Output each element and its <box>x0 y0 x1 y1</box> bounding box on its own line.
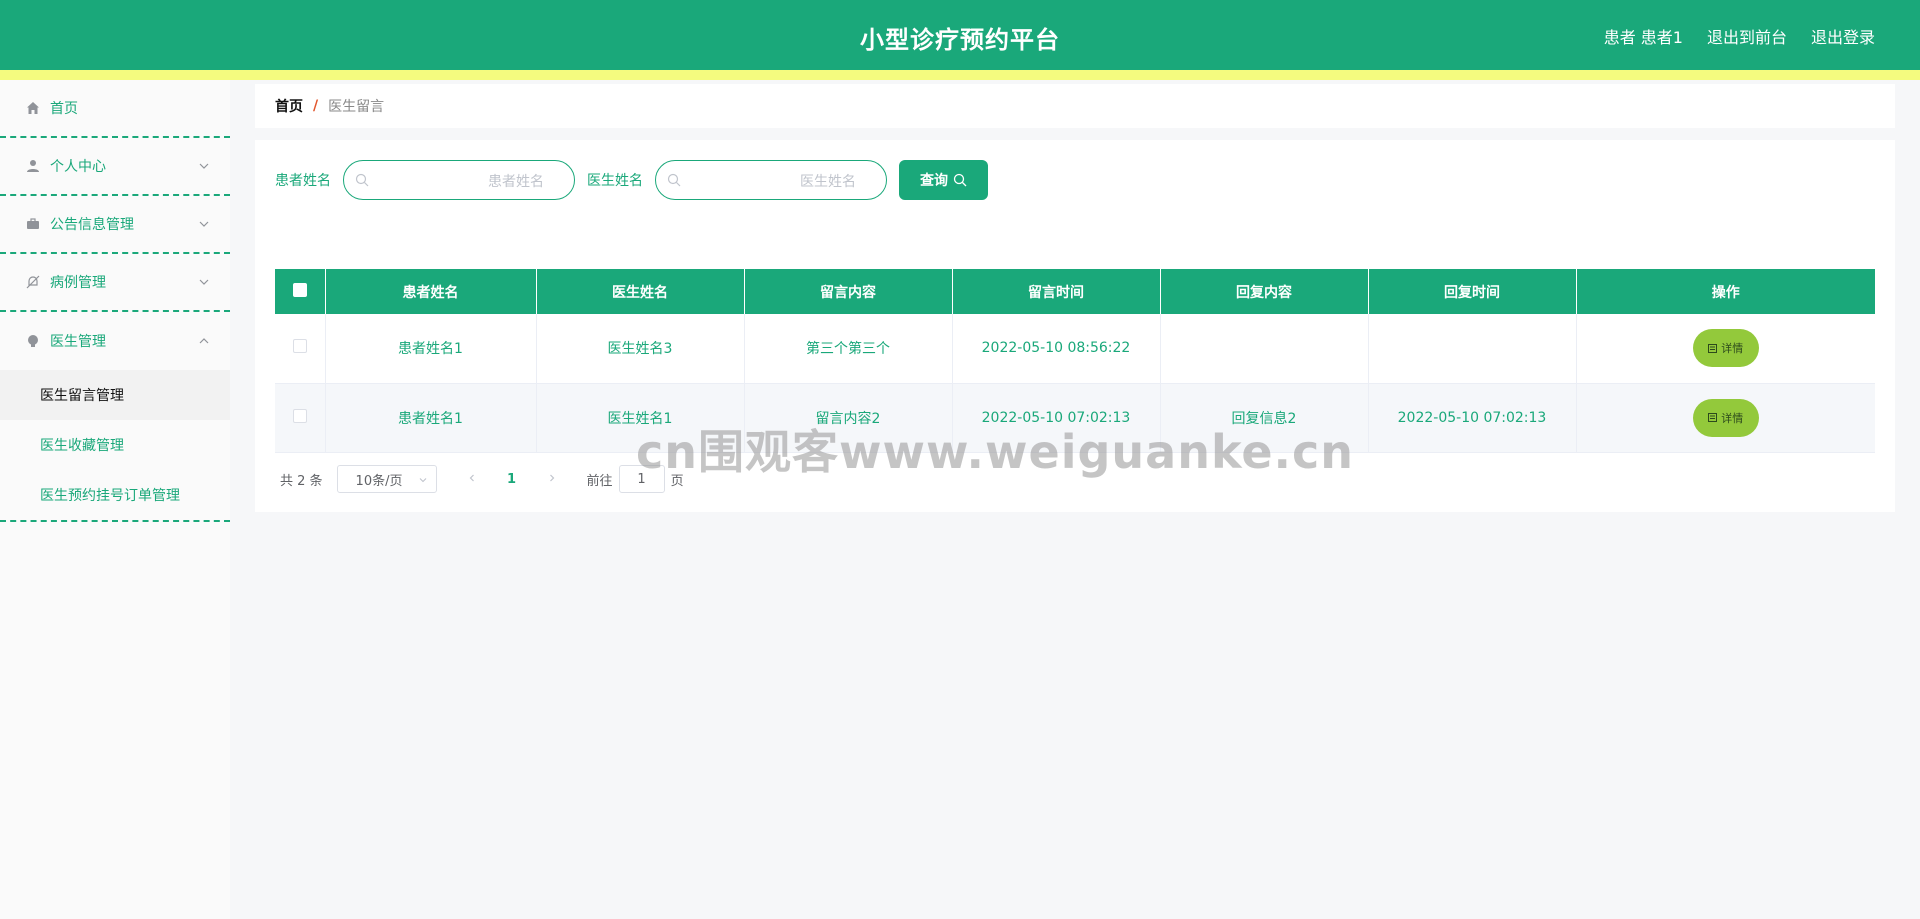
detail-button-label: 详情 <box>1721 411 1744 425</box>
query-button-label: 查询 <box>920 173 948 189</box>
chevron-down-icon <box>199 279 209 285</box>
patient-name-input[interactable]: 患者姓名 <box>343 160 575 200</box>
detail-button-label: 详情 <box>1721 342 1744 356</box>
messages-table: 患者姓名 医生姓名 留言内容 留言时间 回复内容 回复时间 操作 患者姓名1 医… <box>275 269 1875 453</box>
search-icon <box>355 173 369 187</box>
cell-time: 2022-05-10 07:02:13 <box>952 383 1161 453</box>
detail-button[interactable]: 详情 <box>1692 398 1759 437</box>
sidebar-item-label: 个人中心 <box>50 159 106 175</box>
top-links: 患者 患者1 退出到前台 退出登录 <box>1604 24 1875 48</box>
sidebar-subitem-doctor-appointments[interactable]: 医生预约挂号订单管理 <box>0 470 230 520</box>
doctor-management-submenu: 医生留言管理 医生收藏管理 医生预约挂号订单管理 <box>0 370 230 522</box>
sidebar: 首页 个人中心 公告信息管理 病例管理 医生管理 医生留言管理 医生收藏管理 医… <box>0 80 230 919</box>
cell-reply <box>1160 314 1369 384</box>
sidebar-item-label: 病例管理 <box>50 275 106 291</box>
sidebar-item-label: 公告信息管理 <box>50 217 134 233</box>
search-bar: 患者姓名 患者姓名 医生姓名 医生姓名 查询 <box>275 160 988 200</box>
sidebar-item-home[interactable]: 首页 <box>0 80 230 138</box>
column-header: 留言内容 <box>744 269 953 314</box>
logout-link[interactable]: 退出登录 <box>1811 24 1875 48</box>
prev-page-button[interactable] <box>457 472 487 487</box>
chevron-left-icon <box>469 474 474 481</box>
sidebar-item-label: 医生管理 <box>50 334 106 350</box>
chevron-up-icon <box>199 338 209 344</box>
doctor-name-label: 医生姓名 <box>587 173 643 189</box>
sidebar-subitem-doctor-favorites[interactable]: 医生收藏管理 <box>0 420 230 470</box>
row-checkbox-cell[interactable] <box>275 383 326 453</box>
pagination-total: 共 2 条 <box>280 473 323 489</box>
cell-content: 第三个第三个 <box>744 314 953 384</box>
cell-reply-time: 2022-05-10 07:02:13 <box>1368 383 1577 453</box>
document-icon <box>1708 343 1718 353</box>
patient-name-label: 患者姓名 <box>275 173 331 189</box>
page-size-value: 10条/页 <box>355 473 403 489</box>
select-all-checkbox-cell[interactable] <box>275 269 326 314</box>
search-icon <box>667 173 681 187</box>
cell-content: 留言内容2 <box>744 383 953 453</box>
cell-patient: 患者姓名1 <box>325 383 537 453</box>
goto-page-input[interactable]: 1 <box>618 465 665 493</box>
column-header: 患者姓名 <box>325 269 537 314</box>
sidebar-item-announcement[interactable]: 公告信息管理 <box>0 196 230 254</box>
sidebar-item-cases[interactable]: 病例管理 <box>0 254 230 312</box>
document-icon <box>1708 413 1718 422</box>
bell-off-icon <box>25 274 41 290</box>
table-row: 患者姓名1 医生姓名3 第三个第三个 2022-05-10 08:56:22 详… <box>275 314 1875 384</box>
cell-reply: 回复信息2 <box>1160 383 1369 453</box>
cell-patient: 患者姓名1 <box>325 314 537 384</box>
breadcrumb-home[interactable]: 首页 <box>275 96 303 116</box>
main-panel: 患者姓名 患者姓名 医生姓名 医生姓名 查询 患者姓名 医生姓名 留言内容 留言… <box>255 140 1895 512</box>
row-checkbox-cell[interactable] <box>275 314 326 384</box>
back-to-front-link[interactable]: 退出到前台 <box>1707 24 1787 48</box>
chevron-right-icon <box>549 474 554 481</box>
table-row: 患者姓名1 医生姓名1 留言内容2 2022-05-10 07:02:13 回复… <box>275 383 1875 453</box>
page-suffix: 页 <box>670 473 684 489</box>
bulb-icon <box>25 333 41 349</box>
search-icon <box>953 173 967 187</box>
page-size-select[interactable]: 10条/页 <box>336 465 437 493</box>
page-number[interactable]: 1 <box>497 472 527 487</box>
breadcrumb: 首页 / 医生留言 <box>255 84 1895 128</box>
detail-button[interactable]: 详情 <box>1692 329 1759 368</box>
column-header: 留言时间 <box>952 269 1161 314</box>
cell-time: 2022-05-10 08:56:22 <box>952 314 1161 384</box>
column-header: 回复时间 <box>1368 269 1577 314</box>
query-button[interactable]: 查询 <box>899 160 988 200</box>
goto-label: 前往 <box>586 473 613 489</box>
header-accent-stripe <box>0 70 1920 80</box>
chevron-down-icon <box>199 163 209 169</box>
top-bar: 小型诊疗预约平台 患者 患者1 退出到前台 退出登录 <box>0 0 1920 70</box>
patient-name-placeholder: 患者姓名 <box>488 174 544 190</box>
next-page-button[interactable] <box>537 472 567 487</box>
chevron-down-icon <box>419 478 426 483</box>
cell-reply-time <box>1368 314 1577 384</box>
breadcrumb-separator: / <box>313 98 319 114</box>
row-checkbox[interactable] <box>292 408 307 423</box>
cell-actions: 详情 <box>1576 383 1875 453</box>
chevron-down-icon <box>199 221 209 227</box>
home-icon <box>25 100 41 116</box>
user-icon <box>25 158 41 174</box>
sidebar-item-label: 首页 <box>50 101 78 117</box>
column-header: 操作 <box>1576 269 1875 314</box>
pagination: 共 2 条 10条/页 1 前往 1 页 <box>280 465 684 493</box>
sidebar-item-doctor-management[interactable]: 医生管理 <box>0 312 230 370</box>
sidebar-subitem-doctor-messages[interactable]: 医生留言管理 <box>0 370 230 420</box>
column-header: 回复内容 <box>1160 269 1369 314</box>
sidebar-item-personal-center[interactable]: 个人中心 <box>0 138 230 196</box>
cell-doctor: 医生姓名1 <box>536 383 745 453</box>
current-user-label[interactable]: 患者 患者1 <box>1604 24 1683 48</box>
breadcrumb-current: 医生留言 <box>328 99 385 115</box>
doctor-name-placeholder: 医生姓名 <box>800 174 856 190</box>
cell-actions: 详情 <box>1576 314 1875 384</box>
table-header-row: 患者姓名 医生姓名 留言内容 留言时间 回复内容 回复时间 操作 <box>275 269 1875 314</box>
select-all-checkbox[interactable] <box>292 282 307 297</box>
cell-doctor: 医生姓名3 <box>536 314 745 384</box>
doctor-name-input[interactable]: 医生姓名 <box>655 160 887 200</box>
row-checkbox[interactable] <box>292 339 307 354</box>
column-header: 医生姓名 <box>536 269 745 314</box>
briefcase-icon <box>25 216 41 232</box>
